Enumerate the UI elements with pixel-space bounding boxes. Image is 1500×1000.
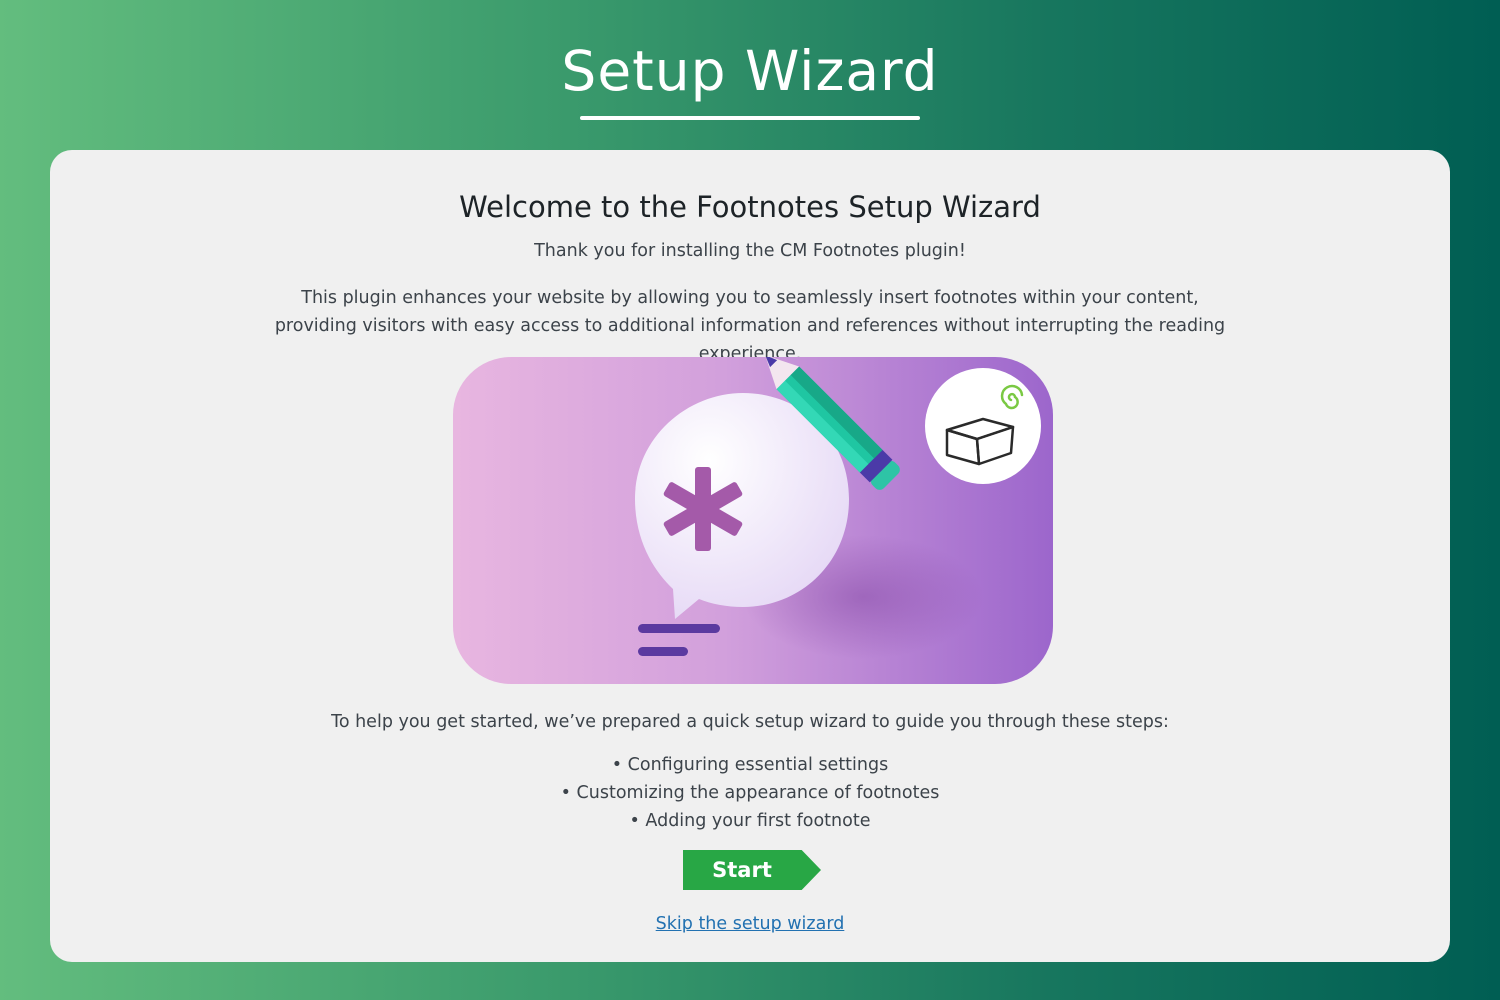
list-item: • Configuring essential settings: [611, 755, 889, 775]
box-logo-icon: [925, 368, 1041, 484]
list-item: • Customizing the appearance of footnote…: [560, 783, 940, 803]
hero-illustration-svg: [453, 355, 1053, 684]
steps-intro: To help you get started, we’ve prepared …: [331, 712, 1169, 732]
title-underline: [580, 116, 920, 120]
skip-wizard-link[interactable]: Skip the setup wizard: [656, 914, 845, 934]
thank-you-text: Thank you for installing the CM Footnote…: [534, 241, 966, 261]
welcome-heading: Welcome to the Footnotes Setup Wizard: [459, 190, 1041, 224]
skip-wizard-link-row: Skip the setup wizard: [50, 912, 1450, 936]
steps-list: • Configuring essential settings • Custo…: [50, 751, 1450, 835]
wizard-card: Welcome to the Footnotes Setup Wizard Th…: [50, 150, 1450, 962]
page-header: Setup Wizard: [0, 0, 1500, 150]
start-button[interactable]: Start: [683, 850, 821, 890]
plugin-description: This plugin enhances your website by all…: [274, 288, 1226, 364]
page-title: Setup Wizard: [561, 39, 939, 103]
hero-illustration: [453, 355, 1053, 684]
list-item: • Adding your first footnote: [629, 811, 871, 831]
